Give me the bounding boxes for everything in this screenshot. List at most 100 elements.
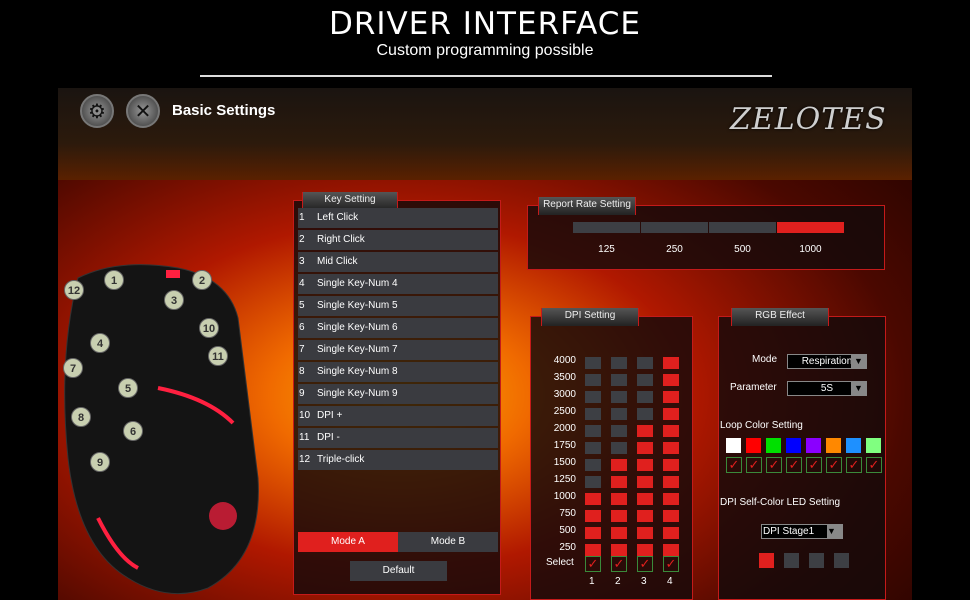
dpi-cell[interactable] bbox=[637, 425, 653, 437]
mode-b-button[interactable]: Mode B bbox=[398, 532, 498, 552]
report-rate-option[interactable] bbox=[573, 222, 640, 233]
dpi-cell[interactable] bbox=[663, 493, 679, 505]
mouse-button-marker[interactable]: 10 bbox=[199, 318, 219, 338]
color-checkbox[interactable]: ✓ bbox=[846, 457, 862, 473]
report-rate-option[interactable] bbox=[641, 222, 708, 233]
dpi-cell[interactable] bbox=[611, 493, 627, 505]
dpi-cell[interactable] bbox=[611, 442, 627, 454]
tools-icon[interactable]: ✕ bbox=[126, 94, 160, 128]
color-checkbox[interactable]: ✓ bbox=[726, 457, 742, 473]
mouse-button-marker[interactable]: 8 bbox=[71, 407, 91, 427]
dpi-cell[interactable] bbox=[611, 357, 627, 369]
dpi-cell[interactable] bbox=[585, 510, 601, 522]
dpi-cell[interactable] bbox=[585, 527, 601, 539]
dpi-cell[interactable] bbox=[611, 374, 627, 386]
key-row[interactable]: 12 Triple-click bbox=[298, 450, 498, 470]
dpi-stage-select[interactable]: DPI Stage1 ▼ bbox=[761, 524, 843, 539]
key-row[interactable]: 3 Mid Click bbox=[298, 252, 498, 272]
report-rate-option[interactable] bbox=[709, 222, 776, 233]
mouse-button-marker[interactable]: 4 bbox=[90, 333, 110, 353]
dpi-cell[interactable] bbox=[663, 357, 679, 369]
dpi-cell[interactable] bbox=[637, 527, 653, 539]
dpi-cell[interactable] bbox=[637, 442, 653, 454]
dpi-cell[interactable] bbox=[663, 374, 679, 386]
parameter-select[interactable]: 5S ▼ bbox=[787, 381, 867, 396]
mouse-button-marker[interactable]: 11 bbox=[208, 346, 228, 366]
stage-color-swatch[interactable] bbox=[834, 553, 849, 568]
mouse-button-marker[interactable]: 9 bbox=[90, 452, 110, 472]
dpi-cell[interactable] bbox=[611, 391, 627, 403]
mouse-button-marker[interactable]: 6 bbox=[123, 421, 143, 441]
key-row[interactable]: 7 Single Key-Num 7 bbox=[298, 340, 498, 360]
dpi-cell[interactable] bbox=[611, 544, 627, 556]
dpi-cell[interactable] bbox=[637, 357, 653, 369]
dpi-cell[interactable] bbox=[611, 459, 627, 471]
color-swatch[interactable] bbox=[866, 438, 881, 453]
color-swatch[interactable] bbox=[826, 438, 841, 453]
dpi-cell[interactable] bbox=[585, 459, 601, 471]
mouse-button-marker[interactable]: 2 bbox=[192, 270, 212, 290]
color-swatch[interactable] bbox=[786, 438, 801, 453]
dpi-cell[interactable] bbox=[637, 544, 653, 556]
dpi-cell[interactable] bbox=[611, 476, 627, 488]
key-row[interactable]: 8 Single Key-Num 8 bbox=[298, 362, 498, 382]
dpi-cell[interactable] bbox=[637, 459, 653, 471]
dpi-cell[interactable] bbox=[663, 442, 679, 454]
dpi-cell[interactable] bbox=[663, 510, 679, 522]
color-swatch[interactable] bbox=[766, 438, 781, 453]
mouse-button-marker[interactable]: 12 bbox=[64, 280, 84, 300]
select-checkbox[interactable]: ✓ bbox=[611, 556, 627, 572]
key-row[interactable]: 2 Right Click bbox=[298, 230, 498, 250]
mode-a-button[interactable]: Mode A bbox=[298, 532, 398, 552]
dpi-cell[interactable] bbox=[585, 357, 601, 369]
mouse-button-marker[interactable]: 1 bbox=[104, 270, 124, 290]
dpi-cell[interactable] bbox=[585, 391, 601, 403]
dpi-cell[interactable] bbox=[663, 391, 679, 403]
select-checkbox[interactable]: ✓ bbox=[637, 556, 653, 572]
dpi-cell[interactable] bbox=[637, 391, 653, 403]
dpi-cell[interactable] bbox=[585, 544, 601, 556]
dpi-cell[interactable] bbox=[585, 493, 601, 505]
key-row[interactable]: 11 DPI - bbox=[298, 428, 498, 448]
report-rate-option[interactable] bbox=[777, 222, 844, 233]
color-checkbox[interactable]: ✓ bbox=[766, 457, 782, 473]
color-checkbox[interactable]: ✓ bbox=[866, 457, 882, 473]
color-checkbox[interactable]: ✓ bbox=[746, 457, 762, 473]
dpi-cell[interactable] bbox=[611, 425, 627, 437]
dpi-cell[interactable] bbox=[585, 442, 601, 454]
dpi-cell[interactable] bbox=[663, 476, 679, 488]
dpi-cell[interactable] bbox=[611, 527, 627, 539]
color-swatch[interactable] bbox=[846, 438, 861, 453]
dpi-cell[interactable] bbox=[585, 374, 601, 386]
dpi-cell[interactable] bbox=[637, 510, 653, 522]
dpi-cell[interactable] bbox=[637, 493, 653, 505]
key-row[interactable]: 6 Single Key-Num 6 bbox=[298, 318, 498, 338]
dpi-cell[interactable] bbox=[663, 425, 679, 437]
dpi-cell[interactable] bbox=[663, 408, 679, 420]
color-swatch[interactable] bbox=[726, 438, 741, 453]
key-row[interactable]: 1 Left Click bbox=[298, 208, 498, 228]
default-button[interactable]: Default bbox=[350, 561, 447, 581]
mouse-button-marker[interactable]: 3 bbox=[164, 290, 184, 310]
color-checkbox[interactable]: ✓ bbox=[826, 457, 842, 473]
dpi-cell[interactable] bbox=[637, 476, 653, 488]
dpi-cell[interactable] bbox=[585, 476, 601, 488]
mouse-button-marker[interactable]: 5 bbox=[118, 378, 138, 398]
dpi-cell[interactable] bbox=[611, 408, 627, 420]
key-row[interactable]: 9 Single Key-Num 9 bbox=[298, 384, 498, 404]
mouse-button-marker[interactable]: 7 bbox=[63, 358, 83, 378]
stage-color-swatch[interactable] bbox=[759, 553, 774, 568]
mode-select[interactable]: Respiration ▼ bbox=[787, 354, 867, 369]
dpi-cell[interactable] bbox=[663, 459, 679, 471]
color-swatch[interactable] bbox=[806, 438, 821, 453]
dpi-cell[interactable] bbox=[585, 408, 601, 420]
key-row[interactable]: 4 Single Key-Num 4 bbox=[298, 274, 498, 294]
stage-color-swatch[interactable] bbox=[784, 553, 799, 568]
select-checkbox[interactable]: ✓ bbox=[585, 556, 601, 572]
dpi-cell[interactable] bbox=[663, 544, 679, 556]
dpi-cell[interactable] bbox=[637, 408, 653, 420]
select-checkbox[interactable]: ✓ bbox=[663, 556, 679, 572]
dpi-cell[interactable] bbox=[611, 510, 627, 522]
dpi-cell[interactable] bbox=[663, 527, 679, 539]
stage-color-swatch[interactable] bbox=[809, 553, 824, 568]
